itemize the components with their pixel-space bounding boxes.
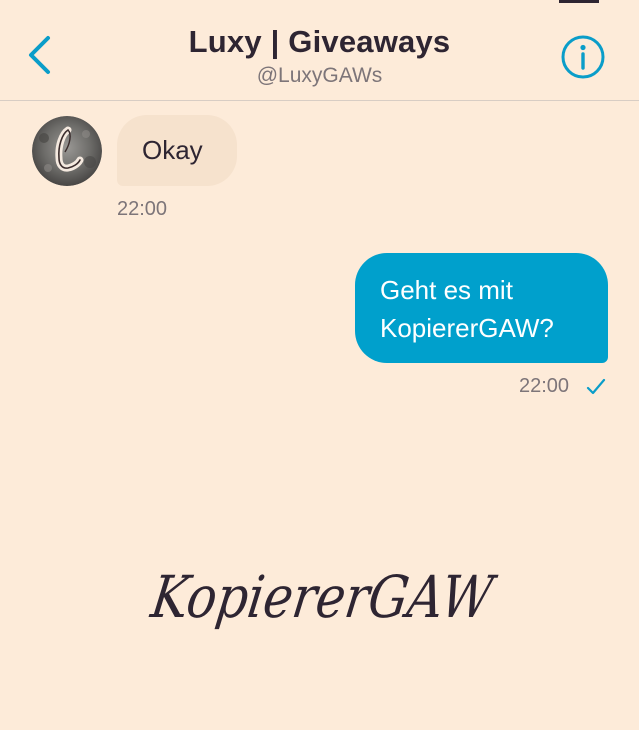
incoming-message-text: Okay	[142, 135, 203, 165]
profile-logo-icon	[32, 116, 102, 186]
incoming-message-bubble[interactable]: Okay	[117, 115, 237, 186]
outgoing-message-line: Geht es mit	[380, 275, 513, 305]
watermark-text: KopiererGAW	[146, 563, 500, 631]
watermark-signature: KopiererGAW	[146, 563, 500, 631]
outgoing-message-bubble[interactable]: Geht es mit KopiererGAW?	[355, 253, 608, 363]
checkmark-icon	[586, 378, 606, 395]
info-icon	[561, 35, 605, 79]
avatar[interactable]	[32, 116, 102, 186]
outgoing-message-time: 22:00	[519, 375, 570, 397]
conversation-header: Luxy | Giveaways @LuxyGAWs	[0, 0, 639, 101]
info-button[interactable]	[560, 34, 606, 80]
account-handle: @LuxyGAWs	[256, 64, 383, 87]
page-title: Luxy | Giveaways	[188, 24, 451, 59]
incoming-message-time: 22:00	[117, 198, 168, 220]
outgoing-message-line: KopiererGAW?	[380, 313, 554, 343]
